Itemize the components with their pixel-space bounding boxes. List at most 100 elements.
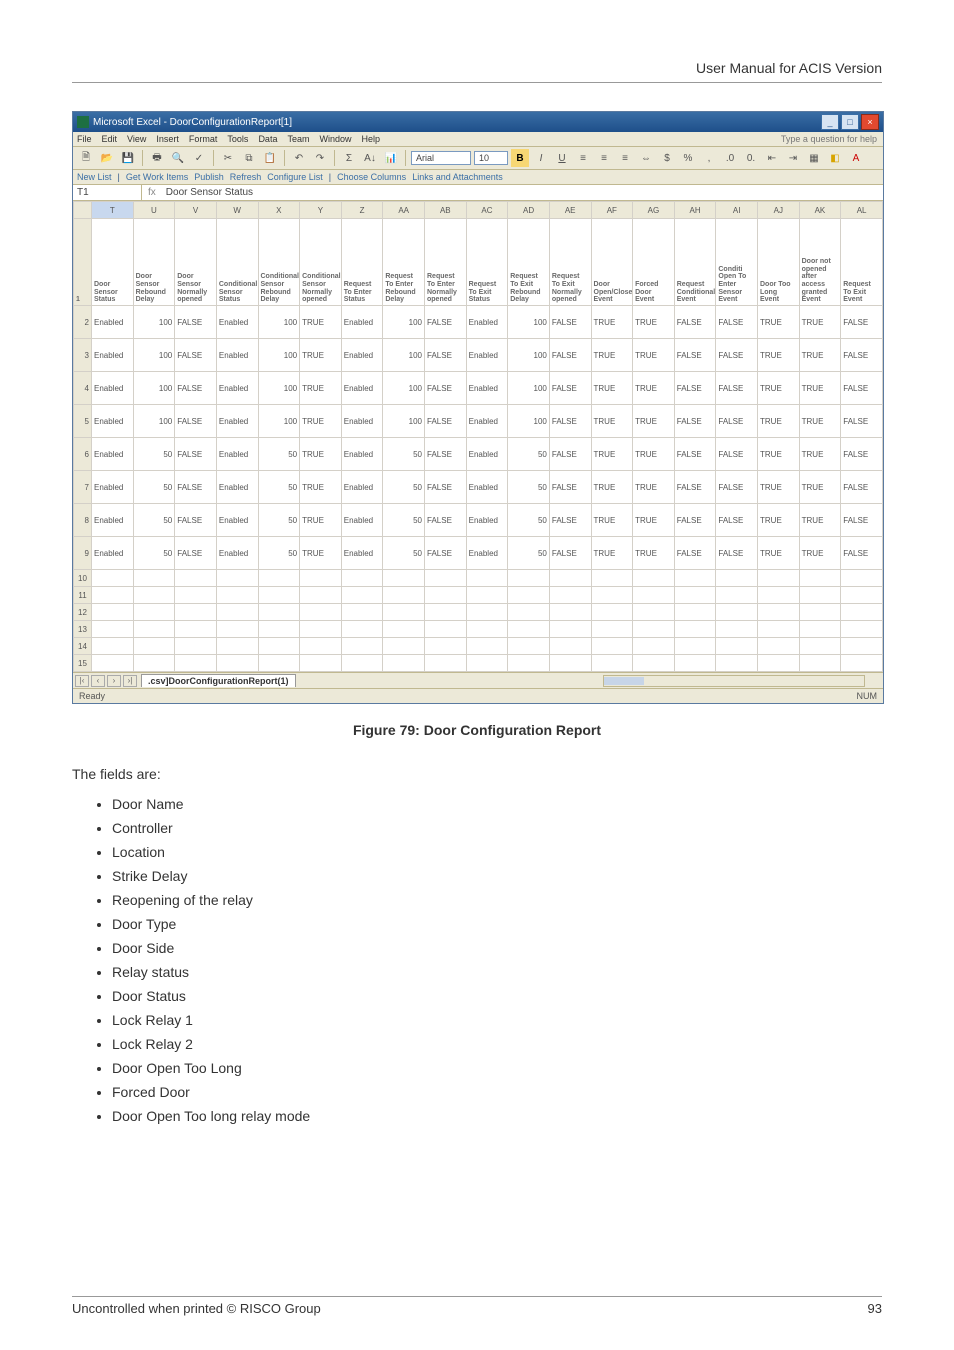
row-number[interactable]: 6 [74,438,92,471]
field-header[interactable]: Request To Exit Rebound Delay [508,219,550,306]
open-icon[interactable]: 📂 [98,149,116,167]
cell[interactable] [633,638,675,655]
cell[interactable]: FALSE [716,306,758,339]
cell[interactable]: 100 [133,339,175,372]
tab-nav-next-icon[interactable]: › [107,675,121,687]
cell[interactable]: TRUE [799,471,841,504]
cell[interactable]: TRUE [591,537,633,570]
cell[interactable]: Enabled [216,537,258,570]
cell[interactable]: 100 [383,306,425,339]
field-header[interactable]: Request To Exit Event [841,219,883,306]
cell[interactable]: 50 [383,438,425,471]
tfs-choose-columns[interactable]: Choose Columns [337,172,406,182]
cell[interactable] [591,621,633,638]
cell[interactable]: FALSE [425,405,467,438]
cell[interactable]: Enabled [341,339,383,372]
cell[interactable]: Enabled [216,372,258,405]
fx-icon[interactable]: fx [142,187,162,198]
row-number[interactable]: 13 [74,621,92,638]
row-number[interactable]: 12 [74,604,92,621]
cell[interactable] [841,638,883,655]
cell[interactable]: TRUE [300,405,342,438]
cell[interactable] [799,570,841,587]
cell[interactable]: FALSE [175,372,217,405]
cell[interactable]: TRUE [633,372,675,405]
cell[interactable]: TRUE [758,372,800,405]
cell[interactable]: 100 [258,372,300,405]
cell[interactable] [716,655,758,672]
cell[interactable]: 50 [383,471,425,504]
cell[interactable]: 100 [258,306,300,339]
cell[interactable]: 50 [258,504,300,537]
column-header[interactable]: AG [633,202,675,219]
minimize-button[interactable]: _ [821,114,839,130]
horizontal-scrollbar[interactable] [603,675,865,687]
field-header[interactable]: Request Conditional Event [674,219,716,306]
cell[interactable] [383,638,425,655]
cell[interactable]: FALSE [175,504,217,537]
cell[interactable]: FALSE [549,438,591,471]
cell[interactable]: FALSE [425,339,467,372]
cell[interactable]: FALSE [674,405,716,438]
cell[interactable] [216,570,258,587]
cell[interactable]: TRUE [591,438,633,471]
cell[interactable]: Enabled [341,537,383,570]
menu-data[interactable]: Data [258,134,277,144]
cell[interactable] [383,587,425,604]
cell[interactable]: TRUE [633,339,675,372]
cell[interactable]: FALSE [841,306,883,339]
cell[interactable] [674,638,716,655]
cell[interactable] [633,604,675,621]
cell[interactable] [175,655,217,672]
cell[interactable]: TRUE [591,306,633,339]
cell[interactable] [716,638,758,655]
cell[interactable] [300,570,342,587]
indent-right-icon[interactable]: ⇥ [784,149,802,167]
cell[interactable] [549,587,591,604]
column-header[interactable]: X [258,202,300,219]
cell[interactable]: 50 [508,504,550,537]
row-number[interactable]: 1 [74,219,92,306]
cell[interactable]: TRUE [799,537,841,570]
row-number[interactable]: 4 [74,372,92,405]
row-number[interactable]: 5 [74,405,92,438]
cell[interactable] [92,621,134,638]
cell[interactable] [258,570,300,587]
cell[interactable]: FALSE [716,504,758,537]
cell[interactable] [674,570,716,587]
cell[interactable]: FALSE [674,372,716,405]
formula-value[interactable]: Door Sensor Status [162,185,883,200]
cell[interactable]: 50 [133,471,175,504]
cell[interactable]: TRUE [591,339,633,372]
cell[interactable] [549,638,591,655]
cell[interactable]: 50 [133,537,175,570]
cell[interactable]: TRUE [799,438,841,471]
column-header[interactable]: AH [674,202,716,219]
cell[interactable]: TRUE [300,537,342,570]
cell[interactable] [466,638,508,655]
font-color-icon[interactable]: A [847,149,865,167]
cell[interactable] [92,604,134,621]
cell[interactable] [758,621,800,638]
cell[interactable] [258,638,300,655]
cell[interactable]: TRUE [799,339,841,372]
borders-icon[interactable]: ▦ [805,149,823,167]
bold-button[interactable]: B [511,149,529,167]
cell[interactable] [633,655,675,672]
column-header[interactable]: T [92,202,134,219]
cell[interactable]: FALSE [674,339,716,372]
field-header[interactable]: Conditional Sensor Status [216,219,258,306]
cell[interactable]: TRUE [758,438,800,471]
italic-button[interactable]: I [532,149,550,167]
menu-insert[interactable]: Insert [156,134,179,144]
cell[interactable]: Enabled [341,372,383,405]
column-header[interactable]: AC [466,202,508,219]
cell[interactable]: FALSE [175,339,217,372]
cell[interactable] [508,587,550,604]
cell[interactable]: 100 [508,339,550,372]
maximize-button[interactable]: □ [841,114,859,130]
cell[interactable]: FALSE [425,438,467,471]
cell[interactable] [716,604,758,621]
cell[interactable] [841,604,883,621]
field-header[interactable]: Forced Door Event [633,219,675,306]
